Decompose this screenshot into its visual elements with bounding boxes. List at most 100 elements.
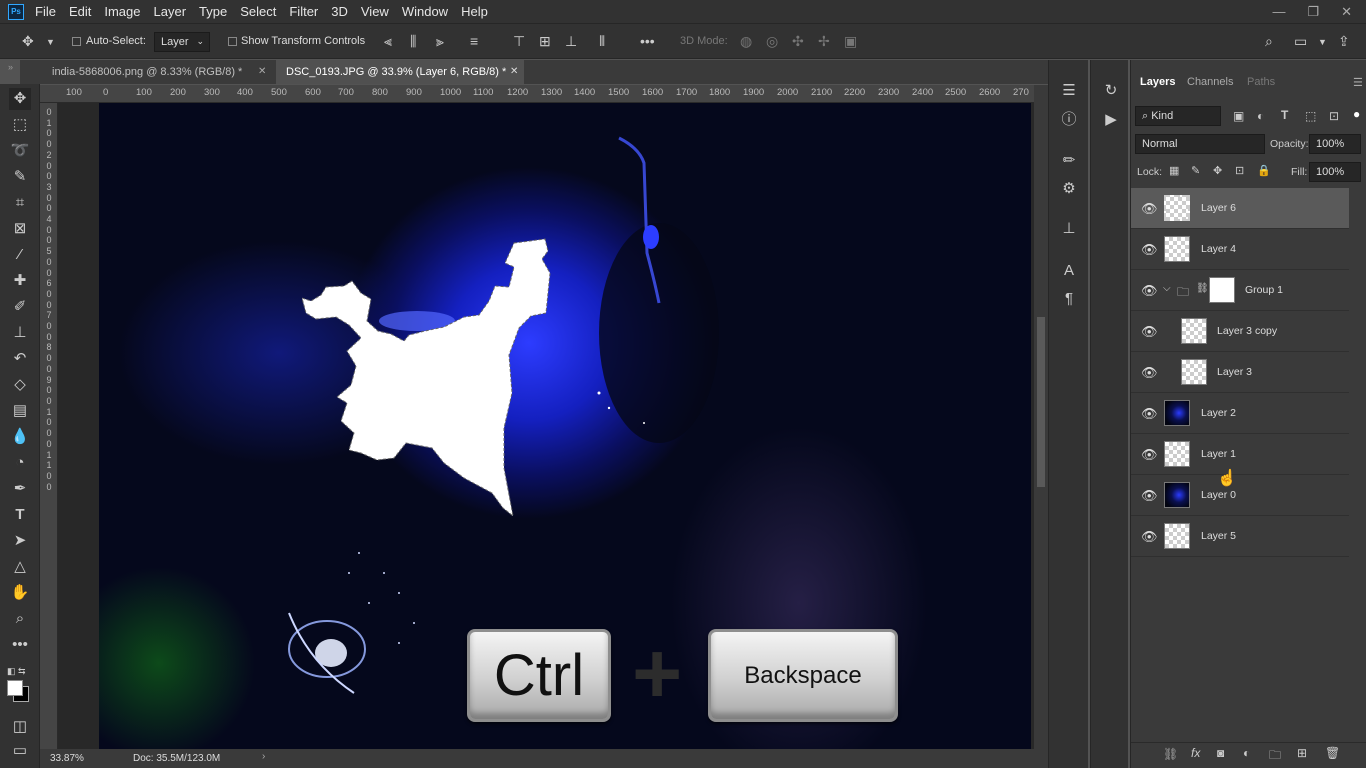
layer-row[interactable]: 👁 Layer 0 bbox=[1131, 475, 1349, 516]
tab-dsc-jpg[interactable]: DSC_0193.JPG @ 33.9% (Layer 6, RGB/8) * bbox=[276, 60, 524, 84]
eye-icon[interactable]: 👁 bbox=[1141, 447, 1158, 463]
info-icon[interactable]: ⓘ bbox=[1058, 109, 1080, 131]
share-icon[interactable]: ⇪ bbox=[1338, 33, 1350, 50]
eyedropper-tool-icon[interactable]: ⁄ bbox=[9, 244, 31, 266]
eye-icon[interactable]: 👁 bbox=[1141, 365, 1158, 381]
blur-tool-icon[interactable]: 💧 bbox=[9, 426, 31, 448]
menu-type[interactable]: Type bbox=[199, 4, 227, 19]
type-tool-icon[interactable]: T bbox=[9, 504, 31, 526]
lock-transparent-icon[interactable]: ▦ bbox=[1169, 164, 1179, 177]
hand-tool-icon[interactable]: ✋ bbox=[9, 582, 31, 604]
new-group-icon[interactable]: 🗀 bbox=[1269, 746, 1281, 767]
delete-layer-icon[interactable]: 🗑 bbox=[1325, 746, 1340, 760]
close-icon[interactable]: ✕ bbox=[510, 66, 518, 77]
3d-pan-icon[interactable]: ✣ bbox=[792, 33, 804, 50]
tab-layers[interactable]: Layers bbox=[1140, 76, 1175, 88]
fx-icon[interactable]: fx bbox=[1191, 746, 1200, 760]
brush-settings-icon[interactable]: ✏ bbox=[1058, 150, 1080, 172]
distribute-vertical-icon[interactable]: ⦀ bbox=[599, 33, 605, 50]
opacity-input[interactable]: 100% bbox=[1309, 134, 1361, 154]
menu-view[interactable]: View bbox=[361, 4, 389, 19]
layer-row[interactable]: 👁 Layer 5 bbox=[1131, 516, 1349, 557]
filter-smart-object-icon[interactable]: ⊡ bbox=[1329, 109, 1339, 123]
clone-stamp-icon[interactable]: ⊥ bbox=[9, 322, 31, 344]
mask-thumbnail[interactable] bbox=[1209, 277, 1235, 303]
new-layer-icon[interactable]: ⊞ bbox=[1297, 746, 1307, 760]
zoom-tool-icon[interactable]: ⌕ bbox=[9, 608, 31, 630]
eraser-tool-icon[interactable]: ◇ bbox=[9, 374, 31, 396]
expand-toolbar-icon[interactable]: » bbox=[8, 62, 13, 72]
layer-row[interactable]: 👁 Layer 6 bbox=[1131, 188, 1349, 229]
quick-select-tool-icon[interactable]: ✎ bbox=[9, 166, 31, 188]
close-button[interactable]: ✕ bbox=[1341, 4, 1352, 20]
screen-mode-icon[interactable]: ▭ bbox=[9, 740, 31, 762]
sliders-icon[interactable]: ⚙ bbox=[1058, 178, 1080, 200]
layer-row[interactable]: 👁 Layer 1 bbox=[1131, 434, 1349, 475]
menu-3d[interactable]: 3D bbox=[331, 4, 348, 19]
default-colors-icon[interactable]: ◧ ⇆ bbox=[7, 666, 26, 677]
align-left-icon[interactable]: ⫷ bbox=[384, 33, 392, 50]
eye-icon[interactable]: 👁 bbox=[1141, 488, 1158, 504]
dodge-tool-icon[interactable]: ◔ bbox=[9, 452, 31, 474]
layer-row[interactable]: 👁 Layer 2 bbox=[1131, 393, 1349, 434]
align-bottom-icon[interactable]: ⊥ bbox=[565, 33, 577, 50]
3d-slide-icon[interactable]: ✢ bbox=[818, 33, 830, 50]
menu-select[interactable]: Select bbox=[240, 4, 276, 19]
tab-channels[interactable]: Channels bbox=[1187, 76, 1233, 88]
lock-artboard-icon[interactable]: ⊡ bbox=[1235, 164, 1244, 177]
menu-help[interactable]: Help bbox=[461, 4, 488, 19]
align-top-icon[interactable]: ⊤ bbox=[513, 33, 525, 50]
menu-window[interactable]: Window bbox=[402, 4, 448, 19]
menu-filter[interactable]: Filter bbox=[289, 4, 318, 19]
chevron-down-icon[interactable]: ▼ bbox=[46, 37, 55, 47]
transform-controls-checkbox[interactable] bbox=[228, 37, 237, 46]
auto-select-dropdown[interactable]: Layer ⌄ bbox=[154, 32, 210, 52]
3d-scale-icon[interactable]: ▣ bbox=[844, 33, 857, 50]
eye-icon[interactable]: 👁 bbox=[1141, 283, 1158, 299]
actions-play-icon[interactable]: ▶ bbox=[1100, 109, 1122, 131]
history-brush-icon[interactable]: ↶ bbox=[9, 348, 31, 370]
layer-group-row[interactable]: 👁 ⌵ 🗀 ⛓ Group 1 bbox=[1131, 270, 1349, 311]
auto-select-checkbox[interactable] bbox=[72, 37, 81, 46]
eye-icon[interactable]: 👁 bbox=[1141, 201, 1158, 217]
character-icon[interactable]: A bbox=[1058, 260, 1080, 282]
align-center-icon[interactable]: ⫼ bbox=[410, 33, 416, 50]
align-middle-icon[interactable]: ⊞ bbox=[539, 33, 551, 50]
add-mask-icon[interactable]: ◙ bbox=[1217, 746, 1224, 760]
filter-shape-icon[interactable]: ⬚ bbox=[1305, 109, 1316, 123]
quick-mask-icon[interactable]: ◫ bbox=[9, 716, 31, 738]
layer-row[interactable]: 👁 Layer 3 bbox=[1131, 352, 1349, 393]
workspace-icon[interactable]: ▭ bbox=[1294, 33, 1307, 50]
link-layers-icon[interactable]: ⛓ bbox=[1163, 747, 1178, 761]
filter-toggle-icon[interactable]: ● bbox=[1353, 107, 1360, 121]
close-icon[interactable]: ✕ bbox=[258, 66, 266, 77]
fill-input[interactable]: 100% bbox=[1309, 162, 1361, 182]
adjustments-icon[interactable]: ☰ bbox=[1058, 80, 1080, 102]
filter-adjustment-icon[interactable]: ◐ bbox=[1257, 109, 1264, 123]
filter-kind-dropdown[interactable]: ⌕ Kind bbox=[1135, 106, 1221, 126]
tab-paths[interactable]: Paths bbox=[1247, 76, 1275, 88]
eye-icon[interactable]: 👁 bbox=[1141, 324, 1158, 340]
filter-pixel-icon[interactable]: ▣ bbox=[1233, 109, 1244, 123]
lock-pixels-icon[interactable]: ✎ bbox=[1191, 164, 1200, 177]
eye-icon[interactable]: 👁 bbox=[1141, 529, 1158, 545]
eye-icon[interactable]: 👁 bbox=[1141, 406, 1158, 422]
restore-button[interactable]: ❐ bbox=[1307, 4, 1319, 20]
scrollbar-thumb[interactable] bbox=[1037, 317, 1045, 487]
brush-tool-icon[interactable]: ✐ bbox=[9, 296, 31, 318]
gradient-tool-icon[interactable]: ▤ bbox=[9, 400, 31, 422]
lock-all-icon[interactable]: 🔒 bbox=[1257, 164, 1271, 177]
panel-menu-icon[interactable]: ☰ bbox=[1353, 76, 1363, 89]
menu-file[interactable]: File bbox=[35, 4, 56, 19]
layer-row[interactable]: 👁 Layer 4 bbox=[1131, 229, 1349, 270]
frame-tool-icon[interactable]: ⊠ bbox=[9, 218, 31, 240]
zoom-level[interactable]: 33.87% bbox=[50, 753, 84, 764]
edit-toolbar-icon[interactable]: ••• bbox=[9, 634, 31, 656]
move-tool-icon[interactable]: ✥ bbox=[9, 88, 31, 110]
paragraph-icon[interactable]: ¶ bbox=[1058, 288, 1080, 310]
tab-india-png[interactable]: india-5868006.png @ 8.33% (RGB/8) * bbox=[42, 60, 274, 84]
adjustment-layer-icon[interactable]: ◐ bbox=[1243, 746, 1250, 760]
search-icon[interactable]: ⌕ bbox=[1265, 33, 1273, 50]
clone-source-icon[interactable]: ⊥ bbox=[1058, 218, 1080, 240]
canvas-area[interactable]: Ctrl + Backspace bbox=[58, 103, 1034, 749]
